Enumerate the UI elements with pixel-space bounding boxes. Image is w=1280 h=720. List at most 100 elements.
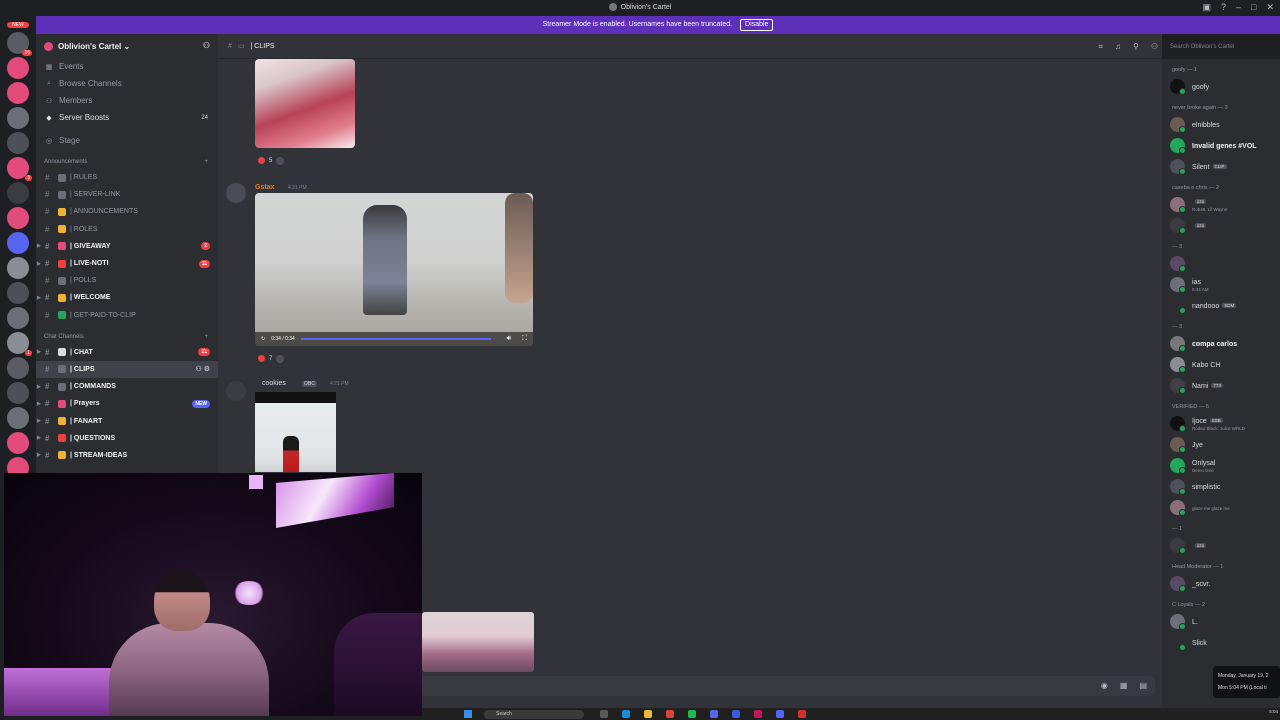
notification-bell-icon[interactable]: ♫ xyxy=(1115,42,1121,52)
member-item[interactable]: elnibbles xyxy=(1162,114,1280,135)
member-item[interactable]: Silent CLIP xyxy=(1162,156,1280,177)
member-item[interactable]: x2x xyxy=(1162,535,1280,556)
member-item[interactable]: L. xyxy=(1162,611,1280,632)
channel-item[interactable]: ▶ # | COMMANDS xyxy=(36,378,218,395)
avatar[interactable] xyxy=(226,183,246,203)
app-icon[interactable] xyxy=(776,710,784,718)
server-icon[interactable] xyxy=(7,232,29,254)
pin-icon[interactable]: ⚲ xyxy=(1133,42,1139,52)
app-icon[interactable] xyxy=(798,710,806,718)
stage-channel[interactable]: ◎ Stage xyxy=(36,132,218,149)
server-icon[interactable] xyxy=(7,432,29,454)
channel-item[interactable]: ▶ # | STREAM-IDEAS xyxy=(36,447,218,464)
channel-item[interactable]: ▶ # | WELCOME xyxy=(36,289,218,306)
search-input[interactable]: Search Oblivion's Cartel xyxy=(1165,40,1278,54)
channel-item[interactable]: ▶ # | Prayers NEW xyxy=(36,395,218,412)
close-button[interactable]: ✕ xyxy=(1266,2,1274,13)
member-item[interactable]: compa carlos xyxy=(1162,333,1280,354)
member-item[interactable]: x2x xyxy=(1162,215,1280,236)
channel-settings-icon[interactable]: ⚇ ⚙ xyxy=(196,365,211,373)
add-reaction-icon[interactable] xyxy=(276,354,285,363)
create-channel-icon[interactable]: + xyxy=(204,159,208,165)
channel-item[interactable]: # | CLIPS ⚇ ⚙ xyxy=(36,360,218,379)
member-item[interactable]: x2x Rob49, Lil Wayne xyxy=(1162,194,1280,215)
server-icon[interactable] xyxy=(7,57,29,79)
channel-category[interactable]: Announcements + xyxy=(36,155,218,169)
server-icon[interactable]: 3 xyxy=(7,157,32,181)
channel-item[interactable]: # | GET-PAID-TO-CLIP xyxy=(36,307,218,324)
avatar[interactable] xyxy=(226,381,246,401)
file-explorer-icon[interactable] xyxy=(644,710,652,718)
member-item[interactable]: simplistic xyxy=(1162,476,1280,497)
server-icon[interactable] xyxy=(7,207,29,229)
reaction-emoji-icon[interactable] xyxy=(258,157,265,164)
taskbar-clock[interactable]: 5:04 xyxy=(1269,709,1278,714)
app-icon[interactable] xyxy=(732,710,740,718)
apps-icon[interactable]: ▤ xyxy=(1139,681,1147,690)
channel-item[interactable]: # | ROLES xyxy=(36,221,218,238)
server-header[interactable]: Oblivion's Cartel ⌄ ⚇ xyxy=(36,34,218,58)
message-author[interactable]: Gstax xyxy=(255,184,274,191)
member-item[interactable]: Slick xyxy=(1162,632,1280,653)
reaction-emoji-icon[interactable] xyxy=(258,355,265,362)
member-item[interactable]: goofy xyxy=(1162,76,1280,97)
replay-icon[interactable]: ↻ xyxy=(261,336,265,342)
spotify-icon[interactable] xyxy=(688,710,696,718)
server-icon[interactable] xyxy=(7,182,29,204)
disable-streamer-button[interactable]: Disable xyxy=(740,19,774,31)
channel-item[interactable]: # | RULES xyxy=(36,169,218,186)
chrome-icon[interactable] xyxy=(666,710,674,718)
member-item[interactable]: Jye xyxy=(1162,434,1280,455)
server-icon[interactable] xyxy=(7,382,29,404)
channel-item[interactable]: ▶ # | FANART xyxy=(36,412,218,429)
member-item[interactable]: Invalid genes #VOL xyxy=(1162,135,1280,156)
clip-image-attachment[interactable] xyxy=(255,392,336,472)
threads-icon[interactable]: ⌗ xyxy=(1098,42,1103,52)
task-view-icon[interactable] xyxy=(600,710,608,718)
fullscreen-icon[interactable]: ⛶ xyxy=(522,335,527,343)
video-progress[interactable] xyxy=(300,338,491,340)
nav-events[interactable]: ▦ Events xyxy=(36,58,218,75)
volume-icon[interactable]: 🔊︎ xyxy=(507,335,511,343)
taskbar-search[interactable]: Search xyxy=(484,710,584,719)
edge-icon[interactable] xyxy=(622,710,630,718)
emoji-icon[interactable]: ◉ xyxy=(1101,681,1108,690)
server-icon[interactable] xyxy=(7,82,29,104)
discord-icon[interactable] xyxy=(710,710,718,718)
add-member-icon[interactable]: ⚇ xyxy=(203,41,210,50)
server-icon[interactable]: 1 xyxy=(7,332,32,356)
nav-server-boosts[interactable]: ◆ Server Boosts 24 xyxy=(36,109,218,126)
help-icon[interactable]: ? xyxy=(1221,2,1226,13)
maximize-button[interactable]: □ xyxy=(1251,2,1256,13)
clip-image-attachment[interactable] xyxy=(255,59,355,148)
create-channel-icon[interactable]: + xyxy=(204,334,208,340)
server-icon[interactable] xyxy=(7,282,29,304)
minimize-button[interactable]: – xyxy=(1236,2,1241,13)
windows-start-icon[interactable] xyxy=(464,710,472,718)
gif-icon[interactable]: ▦ xyxy=(1120,681,1128,690)
inbox-icon[interactable]: ▣ xyxy=(1202,2,1211,13)
channel-item[interactable]: ▶ # | GIVEAWAY 2 xyxy=(36,238,218,255)
channel-item[interactable]: # | SERVER-LINK xyxy=(36,186,218,203)
member-item[interactable]: _scvr. xyxy=(1162,573,1280,594)
channel-item[interactable]: # | ANNOUNCEMENTS xyxy=(36,203,218,220)
server-icon[interactable] xyxy=(7,132,29,154)
channel-item[interactable]: ▶ # | QUESTIONS xyxy=(36,430,218,447)
server-icon[interactable] xyxy=(7,407,29,429)
member-item[interactable]: Nami 773 xyxy=(1162,375,1280,396)
member-item[interactable]: Onlysal Demo time xyxy=(1162,455,1280,476)
nav-browse-channels[interactable]: ⌕ Browse Channels xyxy=(36,75,218,92)
add-reaction-icon[interactable] xyxy=(276,156,285,165)
server-icon[interactable] xyxy=(7,257,29,279)
member-item[interactable]: ias 5:34 AM xyxy=(1162,274,1280,295)
server-icon[interactable] xyxy=(7,357,29,379)
server-icon[interactable] xyxy=(7,107,29,129)
message-author[interactable]: cookies xyxy=(262,380,286,387)
app-icon[interactable] xyxy=(754,710,762,718)
member-item[interactable]: Ijoce SSB Rodeo Black, Juice WRLD xyxy=(1162,413,1280,434)
member-item[interactable]: glaze me glaze me xyxy=(1162,497,1280,518)
member-item[interactable] xyxy=(1162,253,1280,274)
nav-members[interactable]: ⚇ Members xyxy=(36,92,218,109)
member-list-icon[interactable]: ⚇ xyxy=(1151,42,1158,52)
member-item[interactable]: nandooo SDM xyxy=(1162,295,1280,316)
